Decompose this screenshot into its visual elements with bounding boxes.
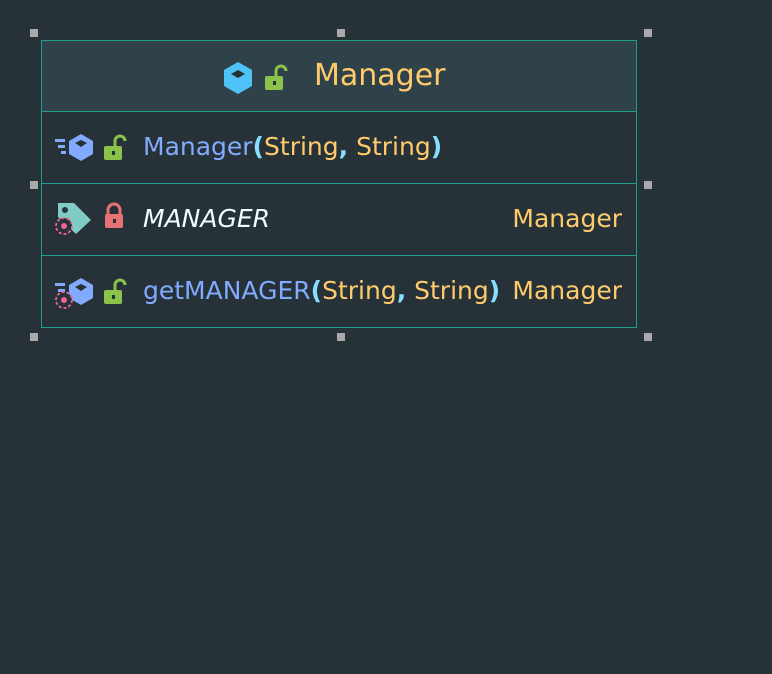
param-type: String <box>264 132 339 161</box>
close-paren: ) <box>488 276 501 305</box>
selection-handle-top-right[interactable] <box>644 29 652 37</box>
open-paren: ( <box>310 276 323 305</box>
class-icon <box>224 62 252 94</box>
public-lock-open-icon <box>104 134 127 160</box>
member-row-method[interactable]: getMANAGER(String, String) Manager <box>42 256 636 327</box>
open-paren: ( <box>252 132 265 161</box>
uml-class-box[interactable]: Manager Manager(String, String) MANAGER … <box>41 40 637 328</box>
param-type: String <box>414 276 489 305</box>
param-separator: , <box>338 132 349 161</box>
selection-handle-middle-right[interactable] <box>644 181 652 189</box>
selection-handle-bottom-right[interactable] <box>644 333 652 341</box>
close-paren: ) <box>430 132 443 161</box>
selection-handle-top-left[interactable] <box>30 29 38 37</box>
static-target-icon <box>55 217 73 235</box>
method-signature: getMANAGER(String, String) <box>143 274 500 308</box>
selection-handle-bottom-left[interactable] <box>30 333 38 341</box>
public-lock-open-icon <box>265 64 288 90</box>
private-lock-closed-icon <box>105 202 123 228</box>
field-type: Manager <box>512 204 622 233</box>
param-type: String <box>322 276 397 305</box>
constructor-name: Manager <box>143 132 253 161</box>
param-type: String <box>356 132 431 161</box>
selection-handle-bottom-center[interactable] <box>337 333 345 341</box>
method-return-type: Manager <box>512 276 622 305</box>
param-separator: , <box>396 276 407 305</box>
diagram-canvas[interactable]: Manager Manager(String, String) MANAGER … <box>0 0 772 674</box>
public-lock-open-icon <box>104 278 127 304</box>
field-name: MANAGER <box>143 204 271 233</box>
selection-handle-top-center[interactable] <box>337 29 345 37</box>
member-row-constructor[interactable]: Manager(String, String) <box>42 112 636 184</box>
member-row-field[interactable]: MANAGER Manager <box>42 184 636 256</box>
static-target-icon <box>55 291 73 309</box>
method-icon <box>55 134 93 161</box>
class-header[interactable]: Manager <box>42 41 636 112</box>
constructor-signature: Manager(String, String) <box>143 130 442 164</box>
class-name: Manager <box>314 58 446 93</box>
selection-handle-middle-left[interactable] <box>30 181 38 189</box>
method-name: getMANAGER <box>143 276 311 305</box>
